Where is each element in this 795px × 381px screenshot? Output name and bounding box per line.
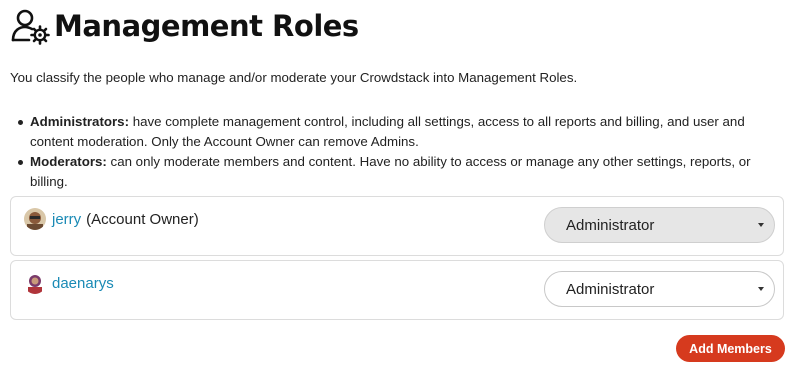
chevron-down-icon: [758, 287, 764, 291]
avatar-photo-icon: [24, 208, 46, 230]
role-name: Moderators:: [30, 154, 107, 169]
page-title: Management Roles: [54, 9, 359, 43]
role-item-moderators: Moderators: can only moderate members an…: [10, 152, 790, 192]
add-members-button[interactable]: Add Members: [676, 335, 785, 362]
page-header: Management Roles: [10, 6, 359, 46]
role-select-value: Administrator: [566, 280, 655, 298]
role-descriptions: Administrators: have complete management…: [10, 112, 790, 192]
role-name: Administrators:: [30, 114, 129, 129]
member-row: jerry (Account Owner) Administrator: [10, 196, 784, 256]
member-name-link[interactable]: jerry: [52, 211, 81, 228]
chevron-down-icon: [758, 223, 764, 227]
avatar: [24, 208, 46, 230]
role-description: have complete management control, includ…: [30, 114, 745, 149]
management-roles-page: Management Roles You classify the people…: [0, 0, 795, 381]
role-select: Administrator: [544, 207, 775, 243]
member-info: jerry (Account Owner): [24, 208, 199, 230]
role-select-value: Administrator: [566, 216, 655, 234]
member-row: daenarys Administrator: [10, 260, 784, 320]
role-select[interactable]: Administrator: [544, 271, 775, 307]
role-description: can only moderate members and content. H…: [30, 154, 751, 189]
avatar: [24, 272, 46, 294]
member-info: daenarys: [24, 272, 114, 294]
account-owner-label: (Account Owner): [86, 210, 199, 228]
member-name-link[interactable]: daenarys: [52, 275, 114, 292]
role-item-administrators: Administrators: have complete management…: [10, 112, 790, 152]
avatar-photo-icon: [24, 272, 46, 294]
intro-text: You classify the people who manage and/o…: [10, 70, 578, 85]
user-gear-icon: [11, 9, 50, 45]
